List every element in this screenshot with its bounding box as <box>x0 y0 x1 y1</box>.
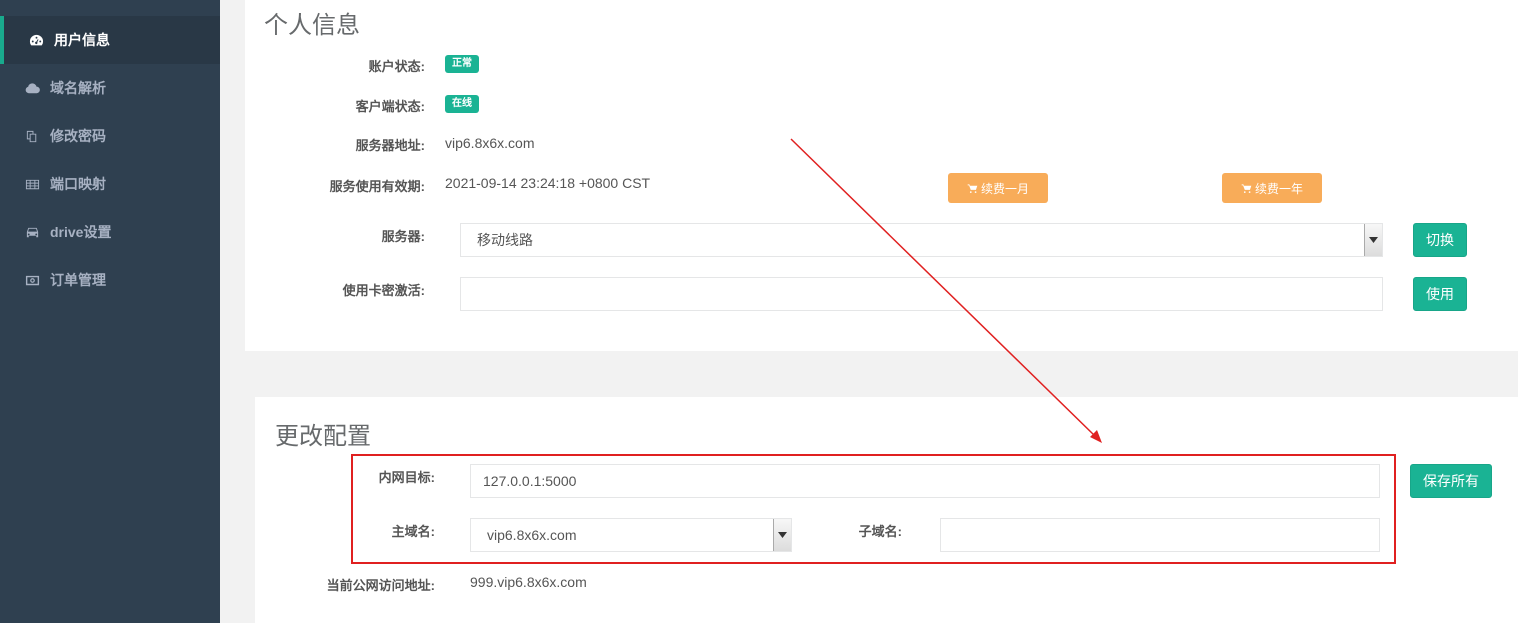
money-icon <box>24 272 40 288</box>
server-address-value: vip6.8x6x.com <box>445 135 535 151</box>
sidebar-item-label: 域名解析 <box>50 80 106 96</box>
sidebar-item-user-info[interactable]: 用户信息 <box>0 16 220 64</box>
expiry-value: 2021-09-14 23:24:18 +0800 CST <box>445 175 651 191</box>
renew-year-label: 续费一年 <box>1254 181 1303 196</box>
table-icon <box>24 176 40 192</box>
server-select-value: 移动线路 <box>477 232 533 248</box>
renew-month-button[interactable]: 续费一月 <box>948 173 1048 203</box>
sidebar-item-drive[interactable]: drive设置 <box>0 208 220 256</box>
cart-icon <box>967 183 978 193</box>
sidebar-item-label: 订单管理 <box>50 272 106 288</box>
server-address-label: 服务器地址: <box>355 138 425 153</box>
sidebar-item-orders[interactable]: 订单管理 <box>0 256 220 304</box>
server-select[interactable]: 移动线路 <box>460 223 1383 257</box>
copy-icon <box>24 128 40 144</box>
save-all-button[interactable]: 保存所有 <box>1410 464 1492 498</box>
sidebar-item-label: drive设置 <box>50 224 112 240</box>
card-key-input[interactable] <box>460 277 1383 311</box>
sidebar-item-label: 用户信息 <box>54 32 110 48</box>
account-status-label: 账户状态: <box>368 59 425 74</box>
sidebar-item-label: 修改密码 <box>50 128 106 144</box>
client-status-badge: 在线 <box>445 95 479 113</box>
profile-title: 个人信息 <box>264 12 360 39</box>
annotation-highlight-box <box>351 454 1396 564</box>
switch-button[interactable]: 切换 <box>1413 223 1467 257</box>
use-button[interactable]: 使用 <box>1413 277 1467 311</box>
sidebar-item-password[interactable]: 修改密码 <box>0 112 220 160</box>
public-url-value: 999.vip6.8x6x.com <box>470 574 587 590</box>
expiry-label: 服务使用有效期: <box>329 179 425 194</box>
car-icon <box>24 224 40 240</box>
renew-year-button[interactable]: 续费一年 <box>1222 173 1322 203</box>
sidebar-item-label: 端口映射 <box>50 176 106 192</box>
cart-icon <box>1241 183 1252 193</box>
account-status-badge: 正常 <box>445 55 479 73</box>
dashboard-icon <box>28 32 44 48</box>
card-activate-label: 使用卡密激活: <box>342 283 425 298</box>
sidebar-item-port-mapping[interactable]: 端口映射 <box>0 160 220 208</box>
server-label: 服务器: <box>381 229 425 244</box>
chevron-down-icon[interactable] <box>1364 224 1382 256</box>
public-url-label: 当前公网访问地址: <box>326 578 435 593</box>
client-status-label: 客户端状态: <box>355 99 425 114</box>
sidebar: 用户信息 域名解析 修改密码 端口映射 drive设置 订单管理 <box>0 0 220 623</box>
renew-month-label: 续费一月 <box>980 181 1029 196</box>
config-title: 更改配置 <box>275 423 371 450</box>
sidebar-item-dns[interactable]: 域名解析 <box>0 64 220 112</box>
cloud-icon <box>24 80 40 96</box>
